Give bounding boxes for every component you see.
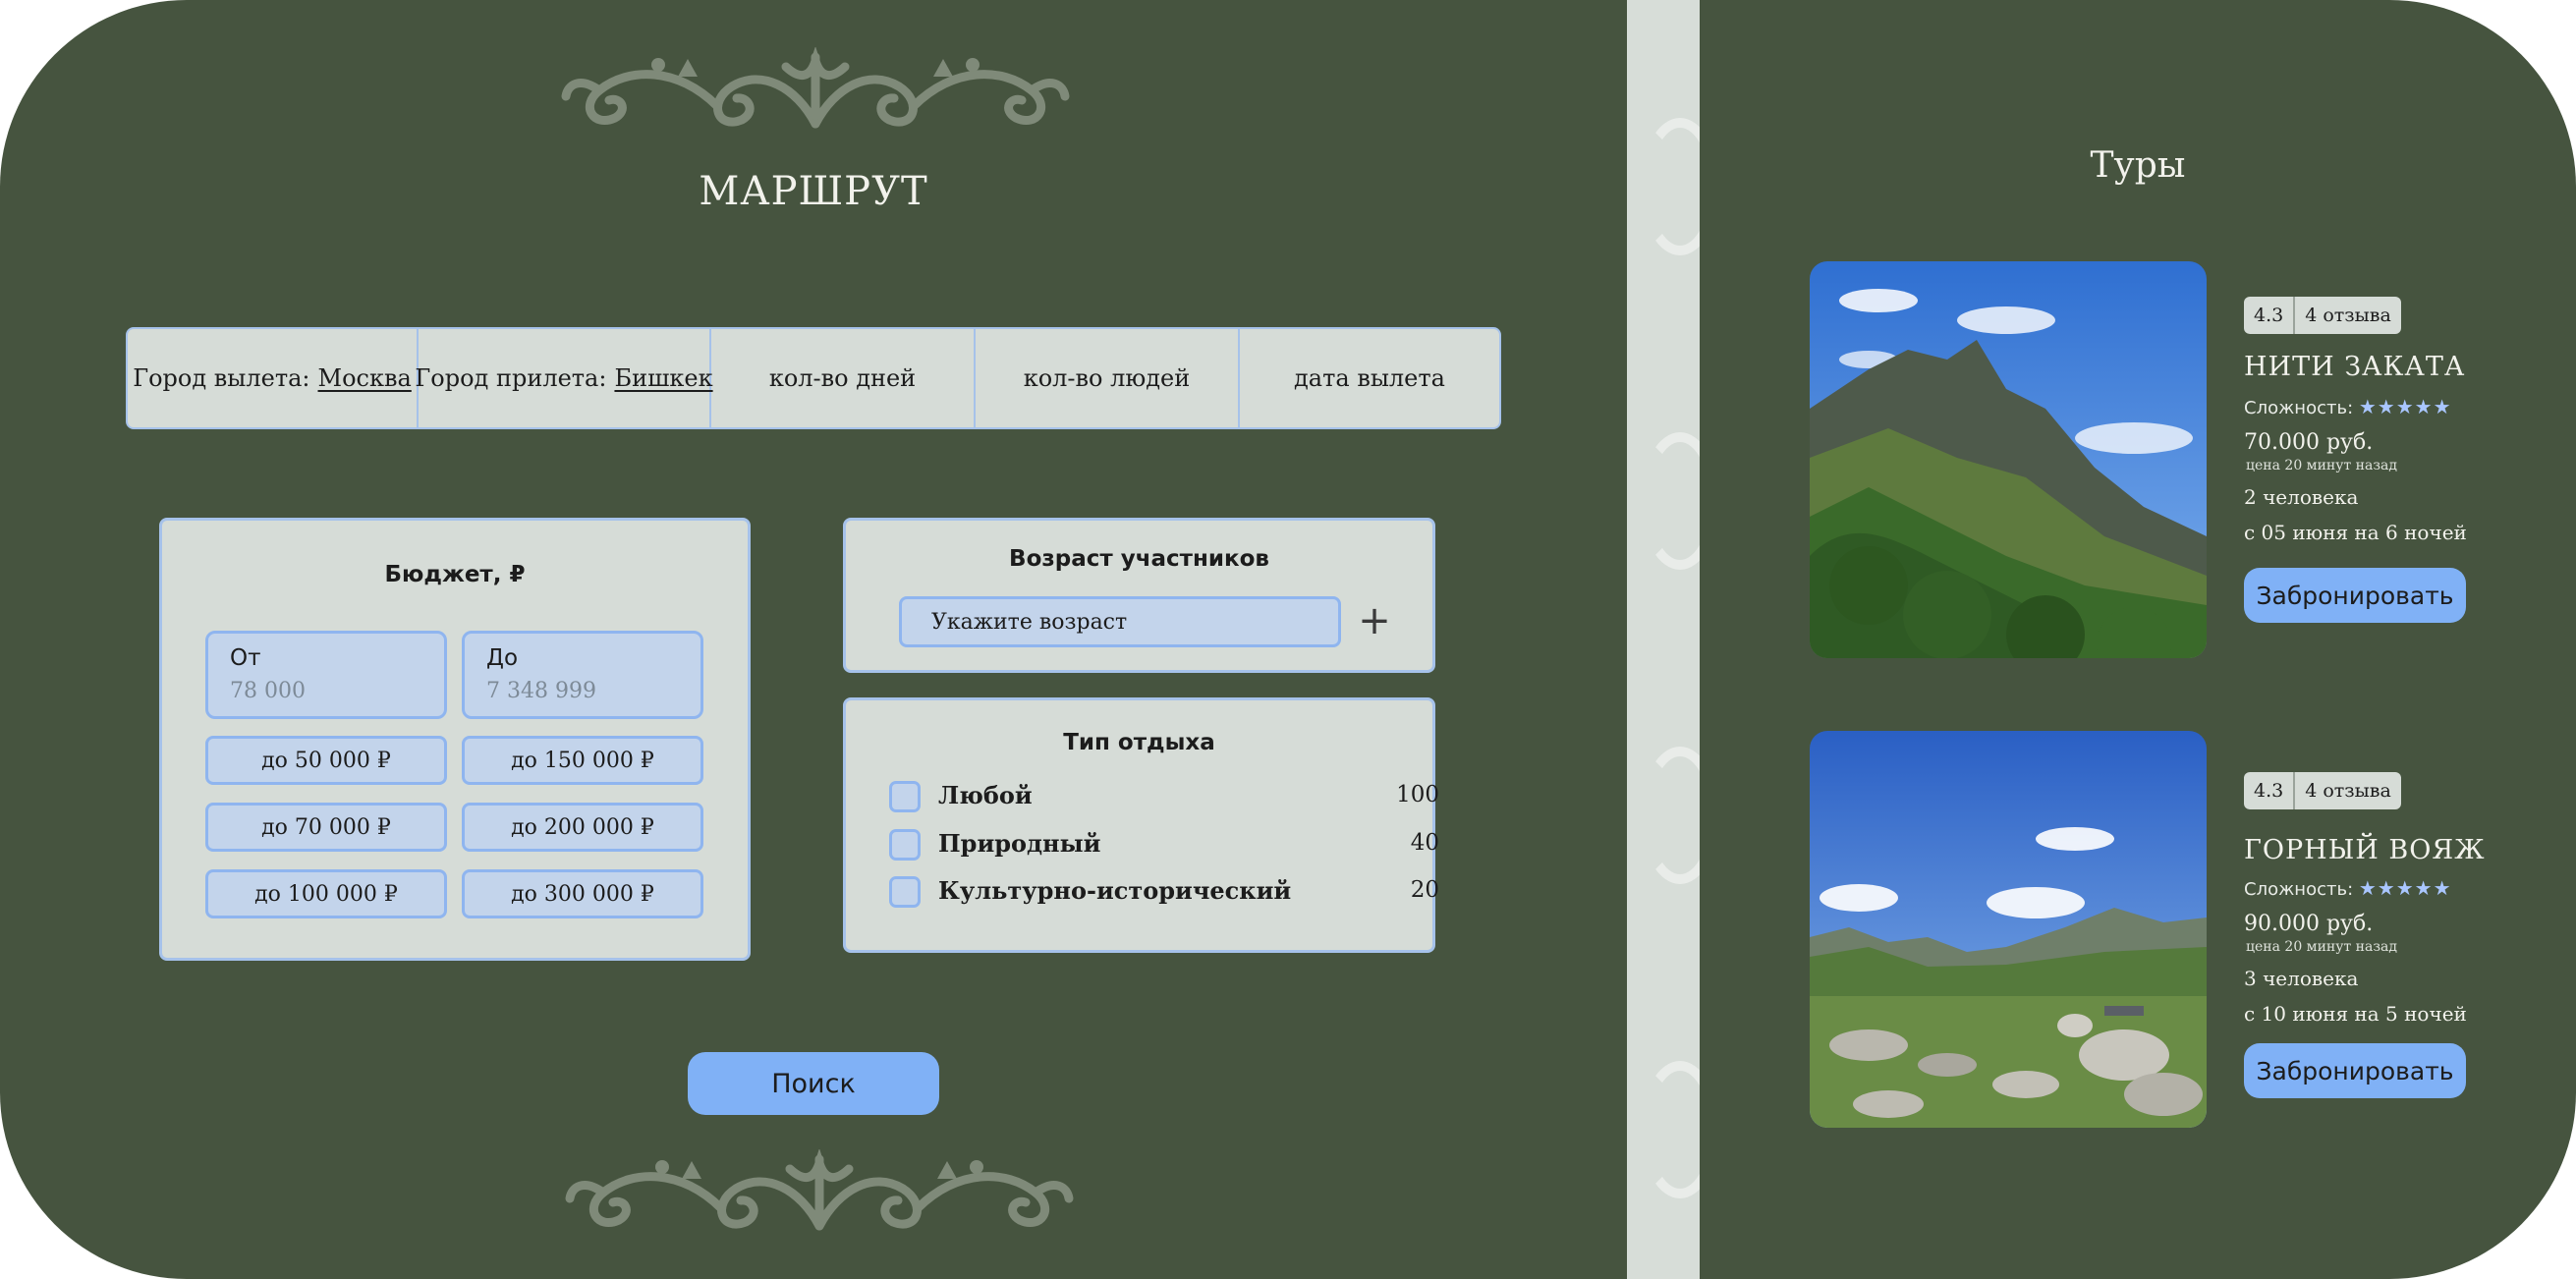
page-title: МАРШРУТ [699,169,928,214]
tour-card: 4.3 4 отзыва НИТИ ЗАКАТА Сложность: ★★★★… [1810,261,2556,658]
tour-people: 2 человека [2244,485,2359,509]
tour-dates: с 10 июня на 5 ночей [2244,1002,2467,1026]
rest-type-any-count: 100 [1396,782,1439,807]
rest-type-cultural-count: 20 [1410,877,1439,903]
tour-price: 70.000 руб. [2244,430,2374,455]
divider-swirl-icon [1641,432,1700,570]
participant-age-input[interactable] [899,596,1341,647]
days-count-field[interactable]: кол-во дней [711,329,976,427]
arrival-city-label: Город прилета: [415,364,607,392]
tour-reviews: 4 отзыва [2305,780,2391,802]
route-panel: МАРШРУТ Город вылета: Москва Город приле… [0,0,1627,1279]
tours-title: Туры [2090,145,2186,186]
tour-price-note: цена 20 минут назад [2246,458,2397,473]
add-age-plus-icon[interactable]: + [1353,597,1396,644]
difficulty-stars-icon: ★★★★★ [2358,876,2452,900]
budget-to-value: 7 348 999 [486,679,596,703]
budget-from-label: От [230,645,261,671]
tour-photo-mountain-ridge[interactable] [1810,261,2207,658]
tours-panel: Туры 4.3 4 отзыва НИТИ ЗАКАТА Сложность:… [1700,0,2576,1279]
book-button[interactable]: Забронировать [2244,1043,2466,1098]
difficulty-stars-icon: ★★★★★ [2358,395,2452,418]
tour-rating-pill[interactable]: 4.3 4 отзыва [2244,772,2401,809]
tour-price: 90.000 руб. [2244,912,2374,936]
departure-city-label: Город вылета: [133,364,310,392]
participant-age-title: Возраст участников [1009,546,1269,572]
tour-rating: 4.3 [2244,297,2296,334]
rest-type-nature-label: Природный [938,829,1101,858]
budget-preset-70000[interactable]: до 70 000 ₽ [205,803,447,852]
tour-difficulty-label: Сложность: [2244,398,2354,418]
budget-to-field[interactable]: До 7 348 999 [462,631,703,719]
budget-preset-150000[interactable]: до 150 000 ₽ [462,736,703,785]
rest-type-any-checkbox[interactable] [889,781,921,812]
budget-preset-300000[interactable]: до 300 000 ₽ [462,869,703,918]
tour-difficulty: Сложность: ★★★★★ [2244,876,2452,900]
budget-preset-50000[interactable]: до 50 000 ₽ [205,736,447,785]
tour-name[interactable]: НИТИ ЗАКАТА [2244,352,2465,382]
participant-age-card: Возраст участников + [843,518,1435,673]
book-button[interactable]: Забронировать [2244,568,2466,623]
budget-to-label: До [486,645,519,671]
people-count-field[interactable]: кол-во людей [976,329,1240,427]
ornament-top-icon [561,47,1070,129]
arrival-city-field[interactable]: Город прилета: Бишкек [415,329,713,427]
tour-rating-pill[interactable]: 4.3 4 отзыва [2244,297,2401,334]
budget-from-field[interactable]: От 78 000 [205,631,447,719]
departure-city-value[interactable]: Москва [318,364,412,392]
panel-divider [1627,0,1700,1279]
rest-type-cultural-checkbox[interactable] [889,876,921,908]
rest-type-nature-checkbox[interactable] [889,829,921,861]
rest-type-cultural-label: Культурно-исторический [938,876,1292,905]
divider-swirl-icon [1641,747,1700,884]
tour-reviews: 4 отзыва [2305,305,2391,326]
rest-type-any-label: Любой [938,781,1033,809]
tour-people: 3 человека [2244,967,2359,990]
tour-difficulty-label: Сложность: [2244,879,2354,900]
arrival-city-value[interactable]: Бишкек [614,364,712,392]
rest-type-nature-count: 40 [1410,830,1439,856]
page: МАРШРУТ Город вылета: Москва Город приле… [0,0,2576,1279]
tour-name[interactable]: ГОРНЫЙ ВОЯЖ [2244,835,2486,865]
tour-photo-mountain-valley[interactable] [1810,731,2207,1128]
route-bar: Город вылета: Москва Город прилета: Бишк… [126,327,1501,429]
departure-date-field[interactable]: дата вылета [1240,329,1499,427]
budget-from-value: 78 000 [230,679,306,703]
budget-card: Бюджет, ₽ От 78 000 До 7 348 999 до 50 0… [159,518,751,961]
rest-type-option-any[interactable]: Любой 100 [889,779,1439,814]
budget-title: Бюджет, ₽ [384,562,526,587]
search-button[interactable]: Поиск [688,1052,939,1115]
tour-dates: с 05 июня на 6 ночей [2244,521,2467,544]
budget-preset-100000[interactable]: до 100 000 ₽ [205,869,447,918]
departure-city-field[interactable]: Город вылета: Москва [128,329,419,427]
rest-type-option-cultural[interactable]: Культурно-исторический 20 [889,874,1439,910]
tour-rating: 4.3 [2244,772,2296,809]
tour-price-note: цена 20 минут назад [2246,939,2397,955]
rest-type-option-nature[interactable]: Природный 40 [889,827,1439,862]
tour-card: 4.3 4 отзыва ГОРНЫЙ ВОЯЖ Сложность: ★★★★… [1810,731,2556,1128]
divider-swirl-icon [1641,118,1700,255]
budget-preset-200000[interactable]: до 200 000 ₽ [462,803,703,852]
rest-type-card: Тип отдыха Любой 100 Природный 40 Культу… [843,697,1439,953]
divider-swirl-icon [1641,1061,1700,1198]
rest-type-title: Тип отдыха [1063,730,1215,755]
tour-difficulty: Сложность: ★★★★★ [2244,395,2452,418]
ornament-bottom-icon [565,1149,1074,1231]
